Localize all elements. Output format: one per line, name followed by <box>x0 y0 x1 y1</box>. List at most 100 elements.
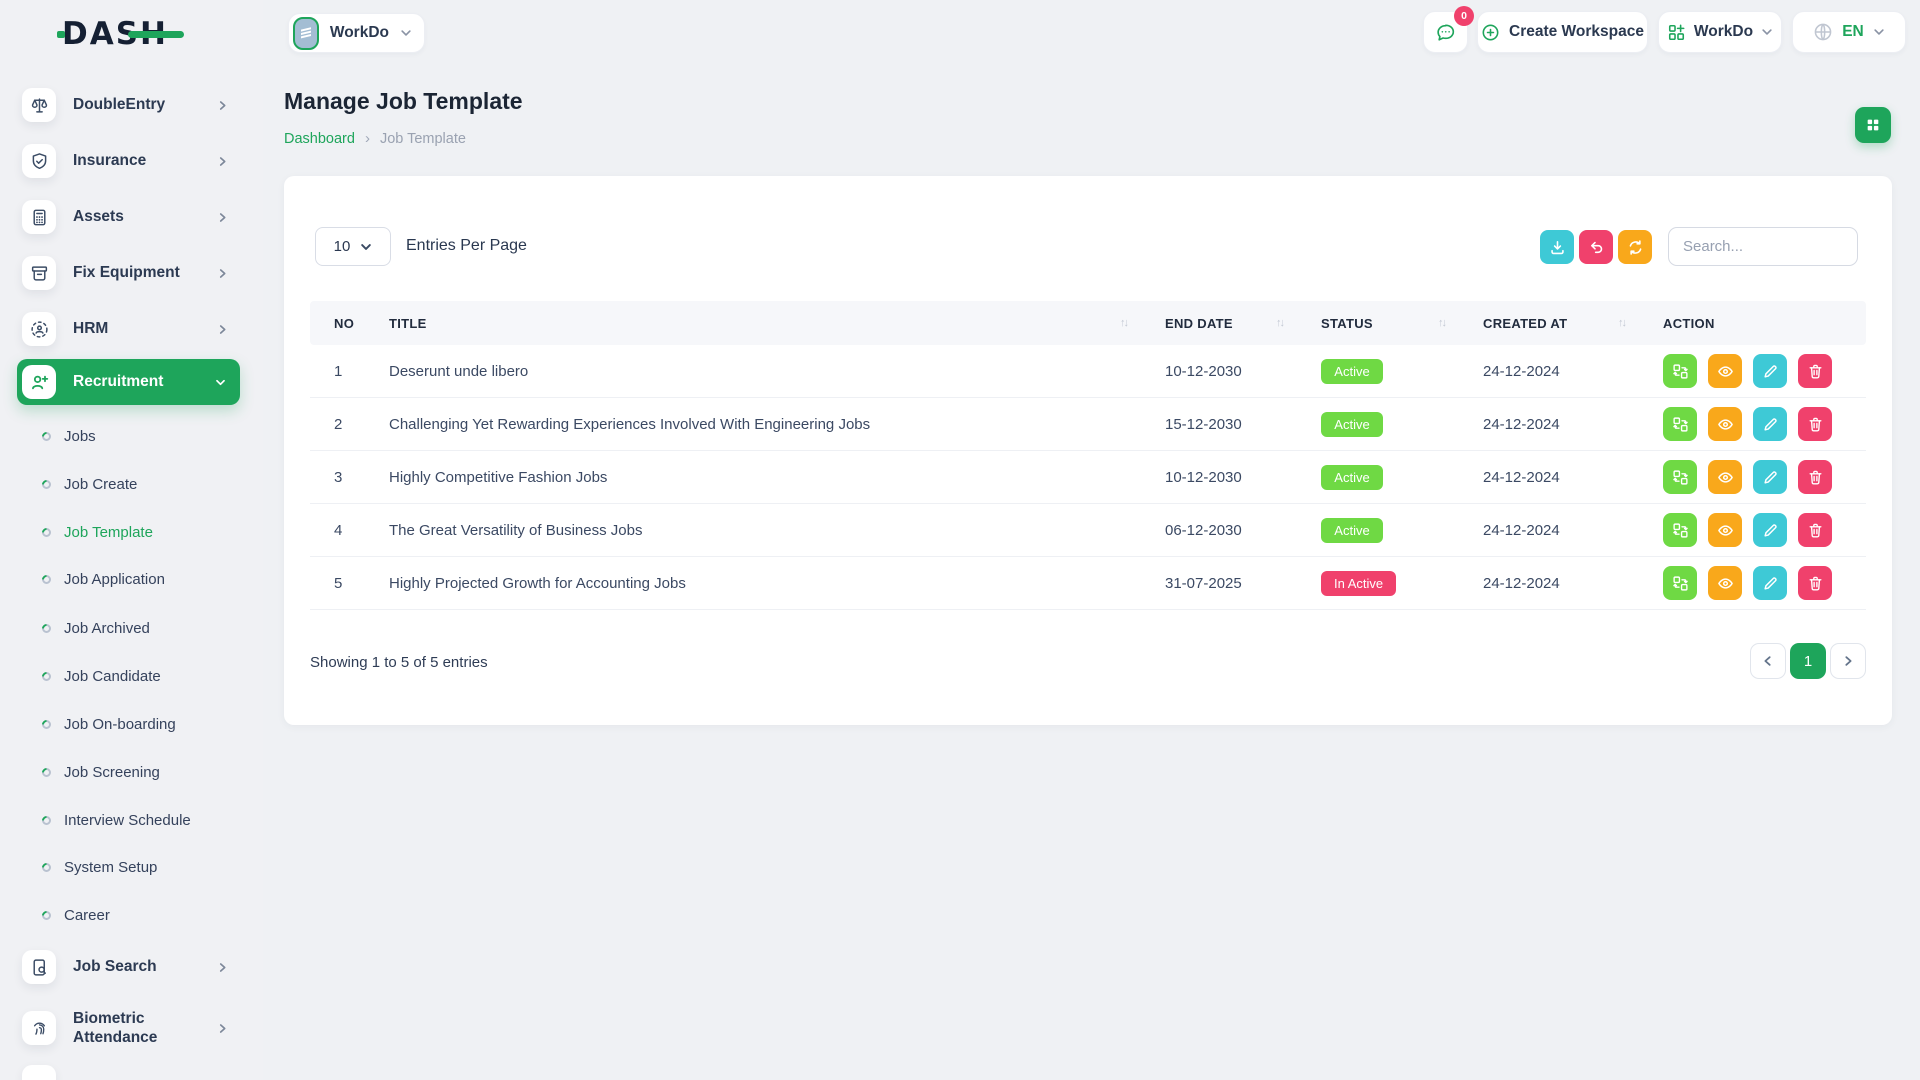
pagination-next-button[interactable] <box>1830 643 1866 679</box>
workspace-menu[interactable]: WorkDo <box>1658 11 1782 53</box>
sidebar-item-job-screening[interactable]: Job Screening <box>42 760 232 784</box>
sidebar-item-insurance[interactable]: Insurance <box>22 144 228 178</box>
sidebar-item-job-archived[interactable]: Job Archived <box>42 616 232 640</box>
sidebar-item-assets[interactable]: Assets <box>22 200 228 234</box>
sidebar-item-recruitment[interactable]: Recruitment <box>17 359 240 405</box>
export-button[interactable] <box>1540 230 1574 264</box>
row-created-at: 24-12-2024 <box>1483 363 1663 380</box>
sidebar-subitem-label: Jobs <box>64 428 96 445</box>
sidebar-subitem-label: Job Create <box>64 476 137 493</box>
delete-button[interactable] <box>1798 566 1832 600</box>
column-header-end-date[interactable]: END DATE <box>1165 316 1321 331</box>
delete-button[interactable] <box>1798 407 1832 441</box>
entries-per-page-value: 10 <box>334 238 351 255</box>
convert-to-job-button[interactable] <box>1663 354 1697 388</box>
grid-plus-icon <box>1667 23 1686 42</box>
convert-to-job-button[interactable] <box>1663 566 1697 600</box>
edit-button[interactable] <box>1753 407 1787 441</box>
create-workspace-button[interactable]: Create Workspace <box>1477 11 1648 53</box>
create-workspace-label: Create Workspace <box>1509 23 1644 41</box>
column-header-created-at[interactable]: CREATED AT <box>1483 316 1663 331</box>
sidebar-item-job-search[interactable]: Job Search <box>22 950 228 984</box>
bullet-icon <box>40 670 53 683</box>
entries-per-page-select[interactable]: 10 <box>315 227 391 266</box>
row-title: Highly Competitive Fashion Jobs <box>389 469 1165 486</box>
sidebar-item-biometric-attendance[interactable]: Biometric Attendance <box>22 1011 228 1045</box>
row-title: Challenging Yet Rewarding Experiences In… <box>389 416 1165 433</box>
breadcrumb-dashboard-link[interactable]: Dashboard <box>284 131 355 147</box>
workspace-selector[interactable]: WorkDo <box>288 13 425 53</box>
shield-check-icon <box>22 144 56 178</box>
column-header-status[interactable]: STATUS <box>1321 316 1483 331</box>
sidebar-item-doubleentry[interactable]: DoubleEntry <box>22 88 228 122</box>
sidebar-item-label: Insurance <box>73 151 146 170</box>
view-button[interactable] <box>1708 460 1742 494</box>
table-row: 4 The Great Versatility of Business Jobs… <box>310 504 1866 557</box>
sidebar-item-job-create[interactable]: Job Create <box>42 472 232 496</box>
delete-button[interactable] <box>1798 513 1832 547</box>
row-end-date: 10-12-2030 <box>1165 469 1321 486</box>
row-end-date: 10-12-2030 <box>1165 363 1321 380</box>
row-end-date: 31-07-2025 <box>1165 575 1321 592</box>
sidebar-item-jobs[interactable]: Jobs <box>42 424 232 448</box>
row-actions <box>1663 566 1866 600</box>
convert-to-job-button[interactable] <box>1663 460 1697 494</box>
language-selector[interactable]: EN <box>1792 11 1906 53</box>
bullet-icon <box>40 622 53 635</box>
bullet-icon <box>40 718 53 731</box>
view-button[interactable] <box>1708 354 1742 388</box>
status-badge: In Active <box>1321 571 1396 596</box>
pagination-page-1[interactable]: 1 <box>1790 643 1826 679</box>
bullet-icon <box>40 861 53 874</box>
sidebar-subitem-label: Job Candidate <box>64 668 161 685</box>
logo-accent-dot <box>57 31 65 38</box>
bullet-icon <box>40 573 53 586</box>
row-created-at: 24-12-2024 <box>1483 416 1663 433</box>
row-created-at: 24-12-2024 <box>1483 575 1663 592</box>
convert-to-job-button[interactable] <box>1663 513 1697 547</box>
sidebar-subitem-label: Job Application <box>64 571 165 588</box>
chevron-right-icon <box>1842 655 1854 667</box>
column-header-title[interactable]: TITLE <box>389 316 1165 331</box>
bullet-icon <box>40 766 53 779</box>
undo-button[interactable] <box>1579 230 1613 264</box>
sidebar-item-job-onboarding[interactable]: Job On-boarding <box>42 712 232 736</box>
document-search-icon <box>22 950 56 984</box>
sidebar-item-job-template[interactable]: Job Template <box>42 520 232 544</box>
messages-button[interactable]: 0 <box>1423 11 1468 53</box>
delete-button[interactable] <box>1798 354 1832 388</box>
chevron-right-icon <box>217 962 228 973</box>
edit-button[interactable] <box>1753 566 1787 600</box>
sidebar-item-system-setup[interactable]: System Setup <box>42 855 232 879</box>
edit-button[interactable] <box>1753 354 1787 388</box>
sidebar-item-job-application[interactable]: Job Application <box>42 567 232 591</box>
view-button[interactable] <box>1708 566 1742 600</box>
edit-button[interactable] <box>1753 460 1787 494</box>
sidebar: DASH DoubleEntry Insurance Assets Fix Eq… <box>0 0 263 1080</box>
refresh-button[interactable] <box>1618 230 1652 264</box>
delete-button[interactable] <box>1798 460 1832 494</box>
sidebar-item-career[interactable]: Career <box>42 903 232 927</box>
sidebar-subitem-label: Job Template <box>64 524 153 541</box>
convert-to-job-button[interactable] <box>1663 407 1697 441</box>
row-title: The Great Versatility of Business Jobs <box>389 522 1165 539</box>
row-no: 2 <box>310 416 389 433</box>
sidebar-subitem-label: Career <box>64 907 110 924</box>
grid-view-button[interactable] <box>1855 107 1891 143</box>
sidebar-item-hrm[interactable]: HRM <box>22 312 228 346</box>
search-input[interactable] <box>1668 227 1858 266</box>
chevron-right-icon <box>217 268 228 279</box>
view-button[interactable] <box>1708 407 1742 441</box>
chevron-down-icon <box>1761 26 1773 38</box>
fingerprint-icon <box>22 1011 56 1045</box>
edit-button[interactable] <box>1753 513 1787 547</box>
sidebar-item-interview-schedule[interactable]: Interview Schedule <box>42 808 232 832</box>
sidebar-item-fix-equipment[interactable]: Fix Equipment <box>22 256 228 290</box>
sidebar-item-job-candidate[interactable]: Job Candidate <box>42 664 232 688</box>
view-button[interactable] <box>1708 513 1742 547</box>
app-logo[interactable]: DASH <box>62 16 168 52</box>
row-actions <box>1663 460 1866 494</box>
scales-icon <box>22 88 56 122</box>
pagination-previous-button[interactable] <box>1750 643 1786 679</box>
chevron-down-icon <box>360 241 372 253</box>
